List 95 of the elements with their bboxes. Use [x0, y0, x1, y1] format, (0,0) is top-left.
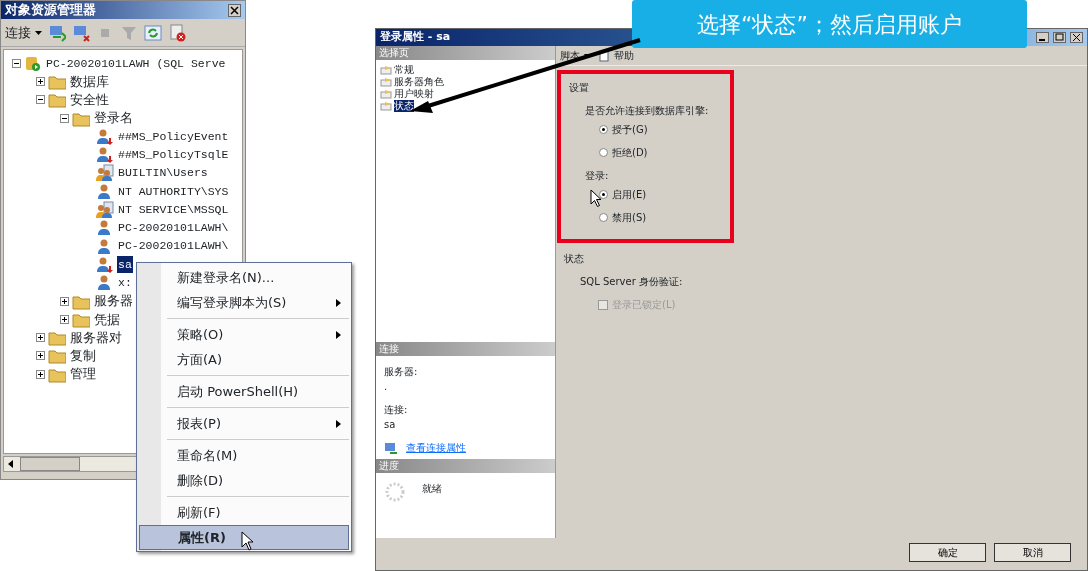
caret-icon — [35, 30, 42, 35]
field-value: sa — [384, 418, 397, 432]
ok-button[interactable]: 确定 — [909, 543, 986, 562]
page-item[interactable]: 用户映射 — [394, 88, 434, 100]
section-header: 进度 — [376, 459, 555, 473]
close-icon[interactable] — [1070, 32, 1083, 43]
menu-item[interactable]: 重命名(M) — [139, 443, 349, 468]
page-item[interactable]: 服务器角色 — [394, 76, 444, 88]
folder-icon — [48, 329, 66, 347]
radio-option[interactable]: 拒绝(D) — [599, 145, 722, 160]
cancel-button[interactable]: 取消 — [994, 543, 1071, 562]
folder-icon — [48, 91, 66, 109]
tree-item[interactable]: NT SERVICE\MSSQL — [117, 200, 230, 219]
menu-item[interactable]: 编写登录脚本为(S) — [139, 290, 349, 315]
tree-item[interactable]: ##MS_PolicyEvent — [117, 127, 230, 145]
expand-icon[interactable] — [60, 314, 69, 324]
menu-item[interactable]: 方面(A) — [139, 347, 349, 372]
tree-item[interactable]: 管理 — [69, 364, 97, 384]
section-heading: 设置 — [569, 81, 590, 95]
page-item[interactable]: 常规 — [394, 64, 414, 76]
minimize-icon[interactable] — [1036, 32, 1049, 43]
expand-icon[interactable] — [36, 76, 45, 86]
tree-item[interactable]: 服务器对 — [69, 327, 123, 348]
menu-item[interactable]: 删除(D) — [139, 468, 349, 493]
server-icon — [24, 54, 42, 72]
collapse-icon[interactable] — [60, 113, 69, 123]
group-label: 登录: — [585, 169, 610, 183]
menu-item[interactable]: 新建登录名(N)... — [139, 265, 349, 290]
expand-icon[interactable] — [36, 351, 45, 361]
spinner-icon — [384, 481, 406, 503]
tree-item[interactable]: 凭据 — [93, 309, 121, 330]
tree-item[interactable]: x: — [117, 274, 133, 292]
group-icon — [96, 164, 114, 182]
collapse-icon[interactable] — [36, 95, 45, 105]
tree-item[interactable]: 安全性 — [69, 90, 110, 110]
tree-item[interactable]: sa — [117, 255, 133, 274]
user-icon — [96, 127, 114, 145]
page-item[interactable]: 状态 — [394, 100, 414, 112]
menu-item[interactable]: 策略(O) — [139, 322, 349, 347]
disconnect-icon[interactable] — [72, 23, 90, 42]
tree-item[interactable]: 数据库 — [69, 71, 110, 92]
maximize-icon[interactable] — [1053, 32, 1066, 43]
help-icon — [598, 49, 610, 62]
user-icon — [96, 146, 114, 164]
refresh-icon[interactable] — [144, 23, 162, 42]
status-text: 就绪 — [422, 482, 442, 496]
group-label: SQL Server 身份验证: — [580, 275, 684, 289]
connection-icon — [384, 441, 398, 454]
submenu-arrow-icon — [336, 419, 341, 428]
page-icon — [380, 65, 392, 75]
callout-banner: 选择“状态”；然后启用账户 — [632, 0, 1027, 48]
field-label: 服务器: — [384, 365, 419, 379]
tree-item[interactable]: 登录名 — [93, 108, 134, 128]
menu-item[interactable]: 属性(R) — [139, 525, 349, 550]
tree-item[interactable]: NT AUTHORITY\SYS — [117, 182, 230, 200]
help-button[interactable]: 帮助 — [598, 48, 634, 63]
field-value: . — [384, 380, 389, 394]
section-header: 连接 — [376, 342, 555, 356]
tree-item[interactable]: PC-20020101LAWH (SQL Serve — [45, 54, 227, 72]
folder-icon — [48, 347, 66, 365]
caret-icon — [584, 53, 590, 58]
script-icon[interactable] — [168, 23, 186, 42]
group-icon — [96, 201, 114, 218]
radio-option[interactable]: 授予(G) — [599, 122, 722, 137]
menu-item[interactable]: 报表(P) — [139, 411, 349, 436]
tree-item[interactable]: BUILTIN\Users — [117, 164, 209, 182]
expand-icon[interactable] — [36, 369, 45, 379]
tree-item[interactable]: 复制 — [69, 346, 97, 366]
close-icon[interactable] — [228, 3, 241, 17]
expand-icon[interactable] — [36, 333, 45, 343]
group-label: 是否允许连接到数据库引擎: — [585, 104, 710, 118]
radio-option[interactable]: 禁用(S) — [599, 210, 722, 225]
section-header: 选择页 — [376, 46, 555, 60]
cursor-icon — [590, 189, 602, 207]
dialog-title: 登录属性 - sa — [380, 29, 451, 46]
menu-item[interactable]: 启动 PowerShell(H) — [139, 379, 349, 404]
link[interactable]: 查看连接属性 — [406, 440, 466, 455]
tree-item[interactable]: ##MS_PolicyTsqlE — [117, 146, 230, 164]
collapse-icon[interactable] — [12, 58, 21, 68]
page-icon — [380, 89, 392, 99]
tree-item[interactable]: PC-20020101LAWH\ — [117, 237, 230, 255]
script-button[interactable]: 脚本 — [560, 48, 590, 63]
submenu-arrow-icon — [336, 298, 341, 307]
section-heading: 状态 — [564, 252, 585, 266]
expand-icon[interactable] — [60, 296, 69, 306]
connect-button[interactable]: 连接 — [5, 22, 42, 43]
tree-item[interactable]: PC-20020101LAWH\ — [117, 219, 230, 237]
page-icon — [380, 77, 392, 87]
page-icon — [380, 101, 392, 111]
field-label: 连接: — [384, 403, 409, 417]
user-icon — [96, 255, 114, 273]
panel-title: 对象资源管理器 — [5, 1, 96, 19]
menu-item[interactable]: 刷新(F) — [139, 500, 349, 525]
submenu-arrow-icon — [336, 330, 341, 339]
tree-item[interactable]: 服务器 — [93, 291, 134, 311]
